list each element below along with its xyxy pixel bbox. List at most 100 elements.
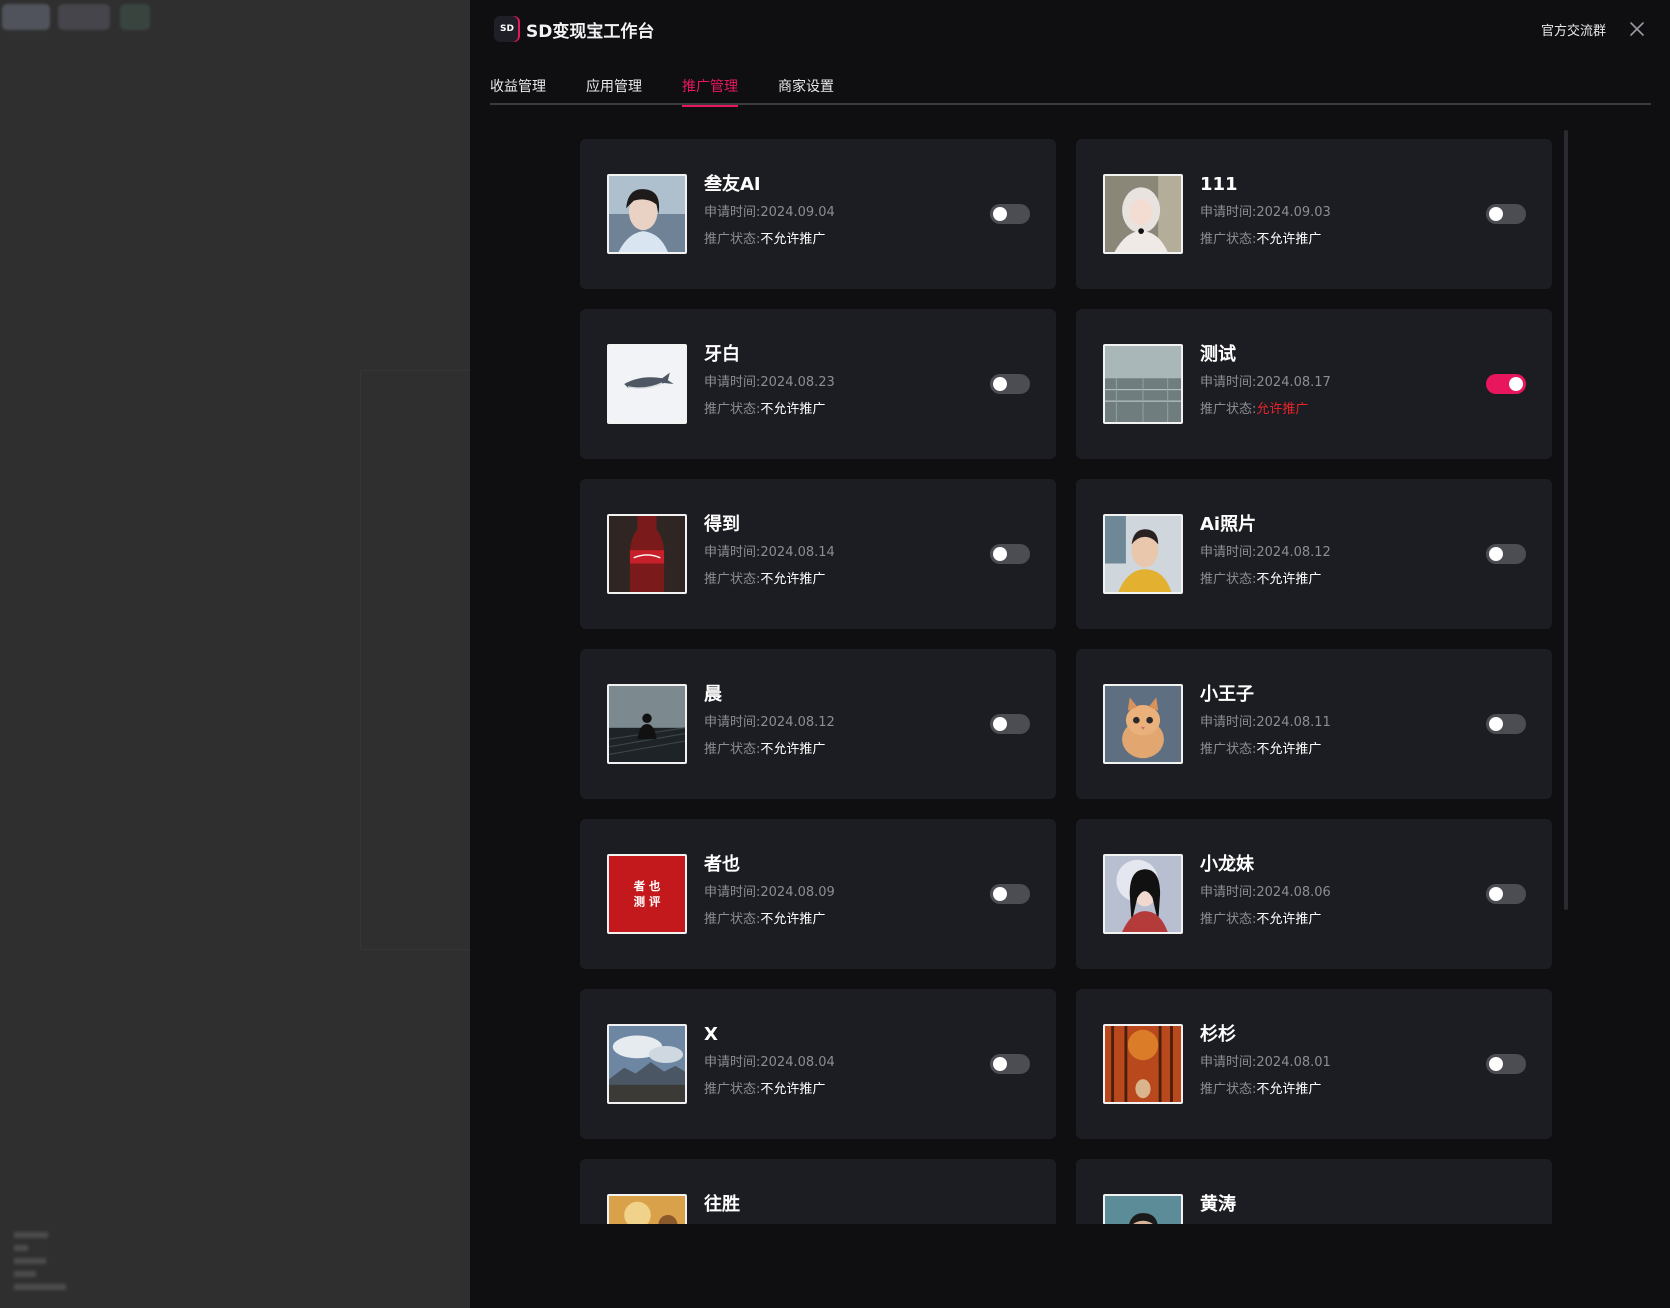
app-name: 晨	[704, 684, 722, 705]
app-name: 黄涛	[1200, 1194, 1236, 1215]
tab-merchant[interactable]: 商家设置	[778, 70, 834, 105]
promotion-toggle[interactable]	[1486, 544, 1526, 564]
promotion-toggle[interactable]	[990, 544, 1030, 564]
promotion-status: 推广状态:不允许推广	[1200, 912, 1331, 928]
apply-date-label: 申请时间:	[1200, 375, 1257, 390]
promotion-toggle[interactable]	[1486, 204, 1526, 224]
promotion-status-label: 推广状态:	[704, 572, 761, 587]
promotion-toggle[interactable]	[990, 374, 1030, 394]
promotion-status-label: 推广状态:	[704, 232, 761, 247]
app-info: 测试 申请时间:2024.08.17 推广状态:允许推广	[1200, 343, 1331, 418]
promotion-status: 推广状态:不允许推广	[1200, 742, 1331, 758]
app-name: 叁友AI	[704, 174, 761, 195]
promotion-status-label: 推广状态:	[1200, 912, 1257, 927]
app-name: 牙白	[704, 344, 740, 365]
apply-date-value: 2024.08.23	[760, 375, 835, 390]
app-thumbnail	[1103, 684, 1183, 764]
app-thumbnail	[607, 1194, 687, 1224]
tab-apps[interactable]: 应用管理	[586, 70, 642, 105]
toggle-knob	[993, 377, 1007, 391]
close-icon[interactable]	[1628, 20, 1646, 38]
app-card: 往胜	[580, 1159, 1056, 1224]
promotion-status-value: 不允许推广	[760, 912, 826, 927]
promotion-status-value: 允许推广	[1256, 402, 1309, 417]
apply-date-value: 2024.08.12	[1256, 545, 1331, 560]
apply-date: 申请时间:2024.08.14	[704, 545, 835, 561]
official-group-link[interactable]: 官方交流群	[1541, 20, 1606, 39]
app-card: 111 申请时间:2024.09.03 推广状态:不允许推广	[1076, 139, 1552, 289]
app-info: 叁友AI 申请时间:2024.09.04 推广状态:不允许推广	[704, 173, 835, 248]
apply-date-value: 2024.08.01	[1256, 1055, 1331, 1070]
promotion-status-label: 推广状态:	[1200, 572, 1257, 587]
apply-date-value: 2024.08.09	[760, 885, 835, 900]
promotion-status-label: 推广状态:	[704, 402, 761, 417]
promotion-toggle[interactable]	[1486, 884, 1526, 904]
promotion-status: 推广状态:不允许推广	[704, 572, 835, 588]
toggle-knob	[1509, 377, 1523, 391]
toggle-knob	[1489, 887, 1503, 901]
app-card: 叁友AI 申请时间:2024.09.04 推广状态:不允许推广	[580, 139, 1056, 289]
app-info: 往胜	[704, 1193, 740, 1217]
apply-date: 申请时间:2024.08.01	[1200, 1055, 1331, 1071]
app-thumbnail	[1103, 344, 1183, 424]
scrollbar[interactable]	[1564, 130, 1568, 910]
promotion-toggle[interactable]	[990, 884, 1030, 904]
promotion-toggle[interactable]	[1486, 1054, 1526, 1074]
promotion-status: 推广状态:不允许推广	[1200, 232, 1331, 248]
toggle-knob	[993, 547, 1007, 561]
app-name: 得到	[704, 514, 740, 535]
promotion-toggle[interactable]	[990, 714, 1030, 734]
tab-promotion[interactable]: 推广管理	[682, 70, 738, 107]
blurred-toolbar-pill	[120, 4, 150, 30]
promotion-toggle[interactable]	[1486, 374, 1526, 394]
apply-date-label: 申请时间:	[704, 885, 761, 900]
apply-date-value: 2024.09.03	[1256, 205, 1331, 220]
promotion-status: 推广状态:不允许推广	[1200, 572, 1331, 588]
promotion-status: 推广状态:不允许推广	[1200, 1082, 1331, 1098]
promotion-status-label: 推广状态:	[1200, 232, 1257, 247]
apply-date-value: 2024.08.17	[1256, 375, 1331, 390]
apply-date-label: 申请时间:	[704, 715, 761, 730]
apply-date-label: 申请时间:	[704, 375, 761, 390]
app-thumbnail: 者 也 测 评	[607, 854, 687, 934]
promotion-toggle[interactable]	[990, 1054, 1030, 1074]
promotion-status-value: 不允许推广	[1256, 572, 1322, 587]
promotion-status-value: 不允许推广	[760, 572, 826, 587]
app-info: 晨申请时间:2024.08.12 推广状态:不允许推广	[704, 683, 835, 758]
toggle-knob	[993, 887, 1007, 901]
promotion-toggle[interactable]	[1486, 714, 1526, 734]
apply-date: 申请时间:2024.08.17	[1200, 375, 1331, 391]
app-name: 者也	[704, 854, 740, 875]
app-card: Ai照片 申请时间:2024.08.12 推广状态:不允许推广	[1076, 479, 1552, 629]
apply-date-label: 申请时间:	[704, 205, 761, 220]
promotion-toggle[interactable]	[990, 204, 1030, 224]
app-list-scroll[interactable]: 叁友AI 申请时间:2024.09.04 推广状态:不允许推广 111 申请时间:20…	[580, 128, 1560, 1224]
blurred-toolbar-pill	[58, 4, 110, 30]
promotion-status-label: 推广状态:	[1200, 1082, 1257, 1097]
promotion-status-value: 不允许推广	[1256, 1082, 1322, 1097]
app-name: 111	[1200, 174, 1238, 195]
app-thumbnail	[607, 684, 687, 764]
promotion-status: 推广状态:允许推广	[1200, 402, 1331, 418]
tab-revenue[interactable]: 收益管理	[490, 70, 546, 105]
toggle-knob	[1489, 547, 1503, 561]
promotion-status-value: 不允许推广	[1256, 742, 1322, 757]
toggle-knob	[1489, 717, 1503, 731]
app-card: 者 也 测 评者也 申请时间:2024.08.09 推广状态:不允许推广	[580, 819, 1056, 969]
app-card: 牙白 申请时间:2024.08.23 推广状态:不允许推广	[580, 309, 1056, 459]
apply-date-label: 申请时间:	[1200, 885, 1257, 900]
apply-date: 申请时间:2024.09.04	[704, 205, 835, 221]
app-thumbnail	[607, 344, 687, 424]
app-logo: SD	[494, 16, 520, 42]
toggle-knob	[993, 1057, 1007, 1071]
blurred-info-text	[14, 1232, 74, 1297]
app-card-grid: 叁友AI 申请时间:2024.09.04 推广状态:不允许推广 111 申请时间:20…	[580, 128, 1560, 1224]
apply-date-label: 申请时间:	[1200, 205, 1257, 220]
promotion-status-value: 不允许推广	[760, 1082, 826, 1097]
app-thumbnail	[607, 1024, 687, 1104]
app-name: 小王子	[1200, 684, 1254, 705]
apply-date-value: 2024.09.04	[760, 205, 835, 220]
promotion-status-value: 不允许推广	[760, 232, 826, 247]
tab-bar: 收益管理 应用管理 推广管理 商家设置	[490, 70, 1651, 107]
promotion-status-label: 推广状态:	[1200, 402, 1257, 417]
